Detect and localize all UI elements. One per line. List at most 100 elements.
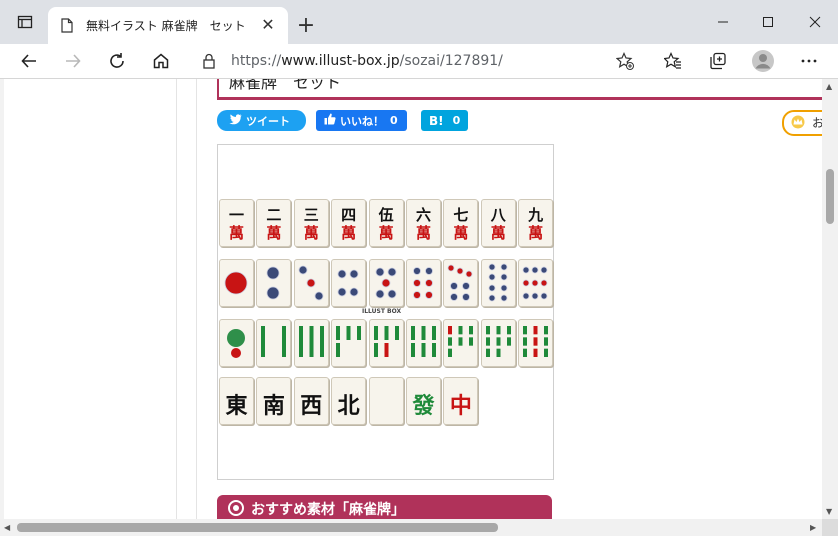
left-sidebar <box>0 79 177 519</box>
like-count: 0 <box>390 114 398 127</box>
manzu-tile: 三萬 <box>293 199 329 247</box>
scrollbar-corner <box>822 519 838 536</box>
hatena-label: B! <box>429 113 444 128</box>
crown-icon <box>790 115 806 132</box>
close-tab-icon[interactable]: ✕ <box>258 14 278 34</box>
honor-tile: 東 <box>219 377 254 425</box>
circle-suit-icon <box>447 264 473 301</box>
circle-icon <box>228 500 244 516</box>
twitter-bird-icon <box>229 113 242 128</box>
refresh-icon[interactable] <box>102 46 132 76</box>
thumbs-up-icon <box>324 113 336 128</box>
bamboo-suit-icon <box>261 326 287 357</box>
manzu-tile: 七萬 <box>443 199 479 247</box>
souzu-tile <box>443 319 479 367</box>
bamboo-suit-icon <box>523 326 549 357</box>
add-favorite-icon[interactable] <box>615 52 634 74</box>
collections-icon[interactable] <box>703 46 733 76</box>
scroll-left-icon[interactable]: ◀ <box>4 523 10 532</box>
pinzu-tile <box>518 259 554 307</box>
honor-character: 西 <box>300 393 323 419</box>
pinzu-tile <box>368 259 404 307</box>
tweet-button[interactable]: ツイート <box>217 110 306 131</box>
bamboo-suit-icon <box>448 326 474 357</box>
scroll-right-icon[interactable]: ▶ <box>810 523 816 532</box>
minimize-icon[interactable] <box>700 0 746 44</box>
honor-tile: 南 <box>256 377 292 425</box>
souzu-tile <box>293 319 329 367</box>
content-divider <box>196 79 197 519</box>
pinzu-tile <box>219 259 254 307</box>
honor-character: 東 <box>225 393 248 419</box>
more-menu-icon[interactable] <box>794 46 824 76</box>
home-icon[interactable] <box>146 46 176 76</box>
honor-character: 發 <box>412 393 435 419</box>
souzu-tile <box>368 319 404 367</box>
tile-suit: 萬 <box>303 224 319 242</box>
tile-suit: 萬 <box>415 224 431 242</box>
bamboo-suit-icon <box>411 326 436 357</box>
pinzu-tile <box>331 259 367 307</box>
honor-tile: 西 <box>293 377 329 425</box>
pinzu-tile <box>293 259 329 307</box>
tab-actions-icon[interactable] <box>2 0 48 44</box>
page-heading: 麻雀牌 セット <box>217 79 822 100</box>
vertical-scrollbar[interactable]: ▲ ▼ <box>822 79 838 519</box>
maximize-icon[interactable] <box>745 0 791 44</box>
pinzu-tile <box>480 259 516 307</box>
profile-avatar[interactable] <box>748 46 778 76</box>
back-icon[interactable] <box>14 46 44 76</box>
manzu-tile: 四萬 <box>331 199 367 247</box>
bamboo-suit-icon <box>373 326 399 357</box>
tile-suit: 萬 <box>341 224 357 242</box>
url-text[interactable]: https://www.illust-box.jp/sozai/127891/ <box>231 53 503 69</box>
tab-bar: 無料イラスト 麻雀牌 セット ✕ + <box>0 0 838 44</box>
honor-tile: 發 <box>406 377 441 425</box>
souzu-tile <box>256 319 292 367</box>
honor-character: 南 <box>262 393 285 419</box>
web-page: 麻雀牌 セット ツイート いいね！ 0 B! 0 お ILLUST BOX 一萬… <box>0 79 822 519</box>
tab-title: 無料イラスト 麻雀牌 セット <box>86 19 246 33</box>
scroll-down-icon[interactable]: ▼ <box>826 507 832 516</box>
tile-suit: 萬 <box>228 224 244 242</box>
scroll-up-icon[interactable]: ▲ <box>826 82 832 91</box>
bamboo-suit-icon <box>485 326 511 357</box>
manzu-tile: 一萬 <box>219 199 254 247</box>
hatena-bookmark-button[interactable]: B! 0 <box>421 110 468 131</box>
vertical-scroll-thumb[interactable] <box>826 169 834 224</box>
like-label: いいね！ <box>340 114 384 128</box>
favorites-icon[interactable] <box>658 46 688 76</box>
souzu-tile <box>406 319 441 367</box>
favorite-badge[interactable]: お <box>782 110 822 136</box>
honor-tile: 北 <box>331 377 367 425</box>
souzu-tile <box>331 319 367 367</box>
tile-suit: 萬 <box>266 224 282 242</box>
honor-tile: 中 <box>443 377 479 425</box>
horizontal-scrollbar[interactable]: ◀ ▶ <box>0 519 822 536</box>
tile-suit: 萬 <box>528 224 544 242</box>
circle-suit-icon <box>413 267 433 299</box>
tile-suit: 萬 <box>490 224 506 242</box>
bamboo-suit-icon <box>336 326 362 357</box>
manzu-tile: 二萬 <box>256 199 292 247</box>
tile-suit: 萬 <box>378 224 394 242</box>
manzu-tile: 九萬 <box>518 199 554 247</box>
browser-tab[interactable]: 無料イラスト 麻雀牌 セット ✕ <box>48 7 288 44</box>
honor-character: 中 <box>449 393 472 419</box>
address-bar[interactable]: https://www.illust-box.jp/sozai/127891/ <box>189 46 644 76</box>
souzu-tile <box>518 319 554 367</box>
tile-suit: 萬 <box>453 224 469 242</box>
manzu-tile: 八萬 <box>480 199 516 247</box>
lock-icon[interactable] <box>202 53 216 73</box>
manzu-tile: 六萬 <box>406 199 441 247</box>
manzu-tile: 伍萬 <box>368 199 404 247</box>
honor-tile <box>368 377 404 425</box>
page-icon <box>61 18 73 37</box>
close-window-icon[interactable] <box>792 0 838 44</box>
circle-suit-icon <box>375 267 396 299</box>
new-tab-icon[interactable]: + <box>292 11 320 39</box>
souzu-tile <box>219 319 254 367</box>
like-button[interactable]: いいね！ 0 <box>316 110 407 131</box>
forward-icon[interactable] <box>58 46 88 76</box>
horizontal-scroll-thumb[interactable] <box>17 523 498 532</box>
